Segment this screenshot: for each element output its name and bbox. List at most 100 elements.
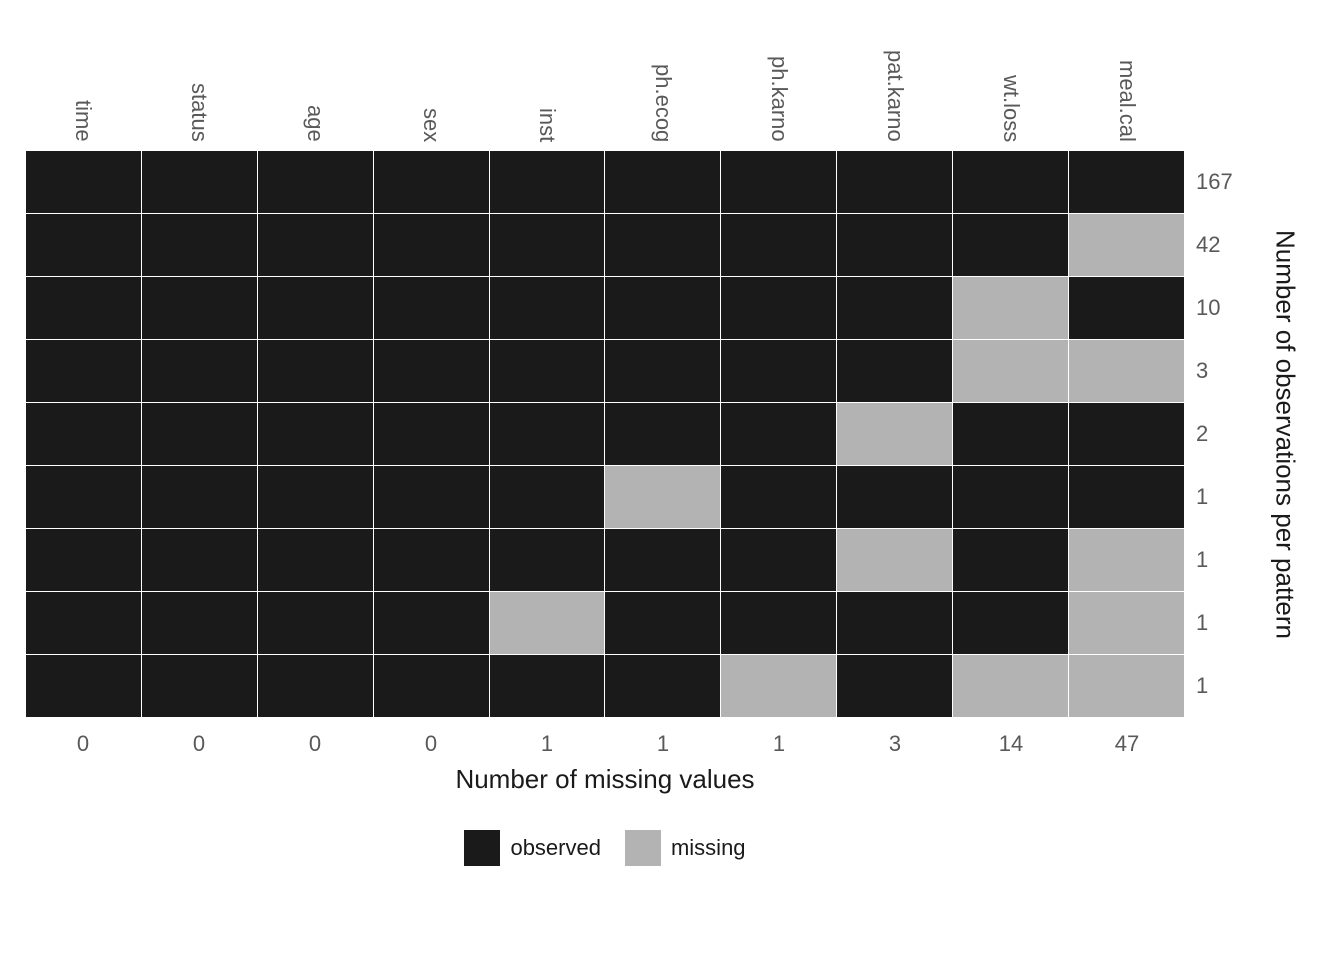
heatmap-plot-area [25,150,1185,718]
x-axis-title: Number of missing values [25,764,1185,795]
heatmap-cell [257,340,373,403]
heatmap-cell [605,655,721,718]
heatmap-cell [837,592,953,655]
heatmap-cell [721,340,837,403]
x-bottom-tick-label: 1 [541,731,553,757]
x-top-tick-label: sex [418,108,444,150]
heatmap-cell [26,340,142,403]
heatmap-cell [953,214,1069,277]
y-right-tick-label: 10 [1196,295,1220,321]
heatmap-cell [141,529,257,592]
heatmap-cell [605,277,721,340]
heatmap-cell [26,214,142,277]
x-top-tick: age [257,0,373,150]
heatmap-cell [721,655,837,718]
legend-item-missing: missing [625,830,746,866]
heatmap-cell [953,466,1069,529]
x-bottom-tick-label: 0 [425,731,437,757]
x-bottom-tick-label: 0 [77,731,89,757]
x-top-tick-label: meal.cal [1114,60,1140,150]
heatmap-cell [1069,655,1185,718]
heatmap-cell [721,529,837,592]
heatmap-cell [605,403,721,466]
y-right-tick: 42 [1192,213,1248,276]
y-right-tick: 1 [1192,466,1248,529]
x-top-tick: ph.ecog [605,0,721,150]
x-top-tick-label: time [70,100,96,150]
x-bottom-tick: 0 [141,724,257,764]
x-bottom-tick-label: 0 [309,731,321,757]
heatmap-row [26,277,1185,340]
heatmap-cell [605,214,721,277]
heatmap-cell [489,655,605,718]
heatmap-row [26,151,1185,214]
x-top-tick: meal.cal [1069,0,1185,150]
heatmap-cell [953,592,1069,655]
heatmap-cell [26,466,142,529]
heatmap-cell [605,592,721,655]
heatmap-cell [141,151,257,214]
legend-swatch-observed [464,830,500,866]
heatmap-cell [257,277,373,340]
y-right-tick: 10 [1192,276,1248,339]
x-bottom-tick: 1 [721,724,837,764]
heatmap-cell [257,655,373,718]
heatmap-cell [1069,277,1185,340]
x-bottom-tick: 47 [1069,724,1185,764]
legend-label-observed: observed [510,835,601,861]
legend-swatch-missing [625,830,661,866]
x-bottom-tick: 1 [489,724,605,764]
heatmap-cell [605,151,721,214]
y-right-tick-label: 1 [1196,610,1208,636]
x-axis-bottom-labels: 000011131447 [25,724,1185,764]
heatmap-cell [721,151,837,214]
heatmap-cell [721,592,837,655]
x-top-tick-label: ph.karno [766,56,792,150]
x-bottom-tick-label: 0 [193,731,205,757]
heatmap-cell [373,214,489,277]
heatmap-cell [489,277,605,340]
heatmap-cell [837,277,953,340]
x-top-tick: inst [489,0,605,150]
y-right-tick: 1 [1192,655,1248,718]
heatmap-cell [141,592,257,655]
x-top-tick-label: wt.loss [998,75,1024,150]
x-bottom-tick-label: 1 [657,731,669,757]
heatmap-cell [26,151,142,214]
x-top-tick: pat.karno [837,0,953,150]
heatmap-cell [373,277,489,340]
x-bottom-tick: 0 [373,724,489,764]
x-top-tick-label: pat.karno [882,50,908,150]
x-top-tick-label: status [186,83,212,150]
heatmap-cell [26,277,142,340]
heatmap-cell [1069,529,1185,592]
heatmap-cell [489,403,605,466]
heatmap-body [26,151,1185,718]
heatmap-row [26,466,1185,529]
heatmap-cell [953,655,1069,718]
heatmap-cell [257,151,373,214]
heatmap-cell [141,466,257,529]
heatmap-cell [605,529,721,592]
heatmap-row [26,529,1185,592]
x-top-tick-label: age [302,105,328,150]
heatmap-cell [1069,151,1185,214]
x-top-tick: wt.loss [953,0,1069,150]
heatmap-cell [953,340,1069,403]
heatmap-cell [26,529,142,592]
heatmap-cell [373,151,489,214]
legend-label-missing: missing [671,835,746,861]
heatmap-cell [837,403,953,466]
x-top-tick-label: inst [534,108,560,150]
heatmap-cell [721,403,837,466]
heatmap-cell [373,403,489,466]
y-right-tick-label: 2 [1196,421,1208,447]
heatmap-cell [257,214,373,277]
heatmap-cell [26,655,142,718]
x-bottom-tick: 0 [25,724,141,764]
heatmap-cell [257,529,373,592]
heatmap-cell [953,151,1069,214]
heatmap-table [25,150,1185,718]
x-bottom-tick: 0 [257,724,373,764]
heatmap-row [26,340,1185,403]
